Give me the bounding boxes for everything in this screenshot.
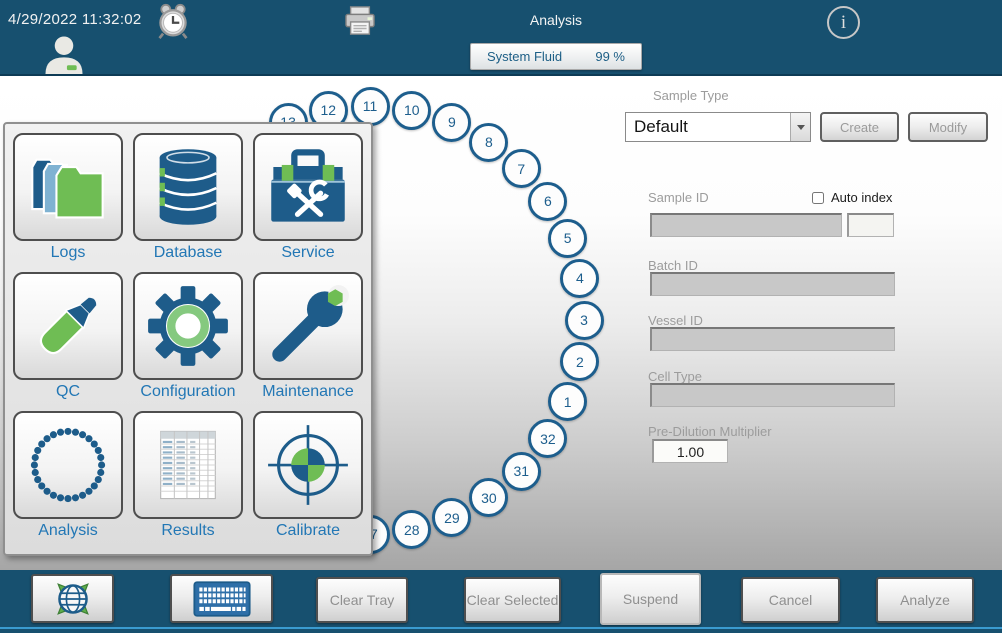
tray-position-5[interactable]: 5 xyxy=(548,219,587,258)
bottom-bar: Clear Tray Clear Selected Suspend Cancel… xyxy=(0,570,1002,633)
tray-position-3[interactable]: 3 xyxy=(565,301,604,340)
suspend-button[interactable]: Suspend xyxy=(600,573,701,625)
sample-id-label: Sample ID xyxy=(648,190,709,205)
toolbox-icon xyxy=(266,145,350,229)
vessel-id-label: Vessel ID xyxy=(648,313,703,328)
tray-position-31[interactable]: 31 xyxy=(502,452,541,491)
chevron-down-icon[interactable] xyxy=(790,113,810,141)
database-button[interactable] xyxy=(133,133,243,241)
menu-label: Service xyxy=(281,244,334,262)
menu-item-maintenance: Maintenance xyxy=(253,272,363,401)
maintenance-button[interactable] xyxy=(253,272,363,380)
sample-type-dropdown[interactable]: Default xyxy=(625,112,811,142)
cancel-button[interactable]: Cancel xyxy=(741,577,840,623)
batch-id-label: Batch ID xyxy=(648,258,698,273)
system-fluid-label: System Fluid xyxy=(487,49,562,64)
globe-icon xyxy=(50,576,96,622)
top-bar: 4/29/2022 11:32:02 Analysis System Fluid xyxy=(0,0,1002,76)
dot-ring-icon xyxy=(26,423,110,507)
gear-icon xyxy=(146,284,230,368)
tray-position-10[interactable]: 10 xyxy=(392,91,431,130)
sample-type-value: Default xyxy=(626,117,790,137)
sample-id-input xyxy=(650,213,842,237)
printer-icon[interactable] xyxy=(343,6,377,36)
analyze-button[interactable]: Analyze xyxy=(876,577,974,623)
modify-button[interactable]: Modify xyxy=(908,112,988,142)
menu-item-analysis: Analysis xyxy=(13,411,123,540)
menu-label: Results xyxy=(161,522,214,540)
tray-position-7[interactable]: 7 xyxy=(502,149,541,188)
service-button[interactable] xyxy=(253,133,363,241)
menu-label: Analysis xyxy=(38,522,98,540)
menu-item-database: Database xyxy=(133,133,243,262)
configuration-button[interactable] xyxy=(133,272,243,380)
tray-position-11[interactable]: 11 xyxy=(351,87,390,126)
datetime-display: 4/29/2022 11:32:02 xyxy=(8,11,142,28)
ampoule-icon xyxy=(26,284,110,368)
menu-label: Calibrate xyxy=(276,522,340,540)
menu-label: Configuration xyxy=(140,383,235,401)
keyboard-icon xyxy=(193,580,251,618)
menu-item-results: Results xyxy=(133,411,243,540)
tray-position-8[interactable]: 8 xyxy=(469,123,508,162)
results-button[interactable] xyxy=(133,411,243,519)
info-icon[interactable]: i xyxy=(827,6,860,39)
footer-divider xyxy=(0,627,1002,629)
auto-index-label: Auto index xyxy=(831,190,892,205)
create-button[interactable]: Create xyxy=(820,112,899,142)
menu-item-logs: Logs xyxy=(13,133,123,262)
sample-type-label: Sample Type xyxy=(653,88,729,103)
pre-dilution-label: Pre-Dilution Multiplier xyxy=(648,424,772,439)
system-fluid-status[interactable]: System Fluid 99 % xyxy=(470,43,642,70)
menu-item-configuration: Configuration xyxy=(133,272,243,401)
analysis-button[interactable] xyxy=(13,411,123,519)
database-icon xyxy=(146,145,230,229)
batch-id-input xyxy=(650,272,895,296)
cell-type-label: Cell Type xyxy=(648,369,702,384)
clear-selected-button[interactable]: Clear Selected xyxy=(464,577,561,623)
main-menu-panel: Logs Database xyxy=(3,122,373,556)
vessel-id-input xyxy=(650,327,895,351)
page-title: Analysis xyxy=(530,12,582,28)
auto-index-checkbox[interactable] xyxy=(812,192,824,204)
tray-position-9[interactable]: 9 xyxy=(432,103,471,142)
user-icon[interactable] xyxy=(42,35,86,74)
menu-item-service: Service xyxy=(253,133,363,262)
clear-tray-button[interactable]: Clear Tray xyxy=(316,577,408,623)
menu-item-calibrate: Calibrate xyxy=(253,411,363,540)
results-table-icon xyxy=(146,423,230,507)
keyboard-button[interactable] xyxy=(170,574,273,623)
pre-dilution-input[interactable] xyxy=(652,439,728,463)
tray-position-4[interactable]: 4 xyxy=(560,259,599,298)
logs-button[interactable] xyxy=(13,133,123,241)
wrench-icon xyxy=(266,284,350,368)
menu-label: Logs xyxy=(51,244,86,262)
menu-label: QC xyxy=(56,383,80,401)
target-icon xyxy=(266,423,350,507)
qc-button[interactable] xyxy=(13,272,123,380)
clock-icon[interactable] xyxy=(155,3,191,39)
tray-position-6[interactable]: 6 xyxy=(528,182,567,221)
home-button[interactable] xyxy=(31,574,114,623)
cell-type-input xyxy=(650,383,895,407)
system-fluid-value: 99 % xyxy=(595,49,625,64)
folders-icon xyxy=(26,145,110,229)
menu-item-qc: QC xyxy=(13,272,123,401)
calibrate-button[interactable] xyxy=(253,411,363,519)
analyzer-screen: 1234567891011121314151617181920212223242… xyxy=(0,0,1002,633)
menu-label: Maintenance xyxy=(262,383,354,401)
auto-index-input xyxy=(847,213,894,237)
menu-label: Database xyxy=(154,244,223,262)
